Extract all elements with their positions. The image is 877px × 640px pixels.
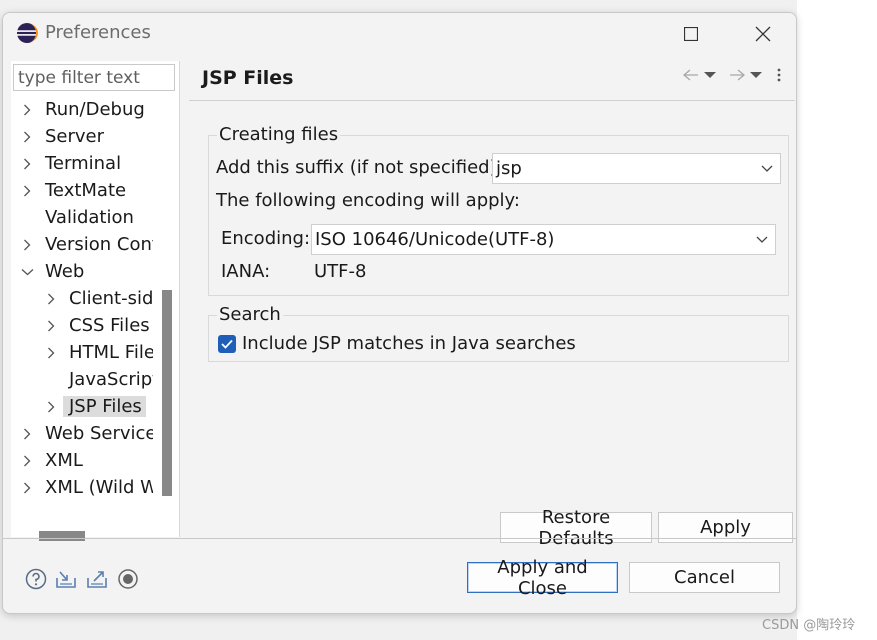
tree-item-html-files[interactable]: HTML File <box>39 340 153 365</box>
tree-item-label: Validation <box>45 207 134 228</box>
chevron-right-icon[interactable] <box>15 448 39 473</box>
tree-item-validation[interactable]: Validation <box>15 205 138 230</box>
help-icon[interactable] <box>25 568 47 590</box>
back-arrow-icon[interactable] <box>683 69 699 81</box>
tree-item-version-control[interactable]: Version Cont <box>15 232 153 257</box>
tree-item-label: XML (Wild W <box>45 477 153 498</box>
chevron-right-icon[interactable] <box>15 421 39 446</box>
maximize-button[interactable] <box>675 19 707 49</box>
tree-item-label: Run/Debug <box>45 99 145 120</box>
horizontal-scrollbar[interactable] <box>39 531 85 541</box>
encoding-label: Encoding: <box>221 228 311 249</box>
tree-item-label: Version Cont <box>45 234 153 255</box>
tree-item-label: Web Services <box>45 423 153 444</box>
tree-item-label: XML <box>45 450 83 471</box>
chevron-right-icon[interactable] <box>39 286 63 311</box>
title-bar: Preferences <box>3 13 796 55</box>
preference-navigation: Run/Debug Server Terminal TextMate Valid… <box>11 61 180 541</box>
chevron-right-icon[interactable] <box>39 313 63 338</box>
tree-item-label: Web <box>45 261 85 282</box>
preference-tree: Run/Debug Server Terminal TextMate Valid… <box>11 97 153 517</box>
eclipse-icon <box>16 22 38 44</box>
tree-item-xml[interactable]: XML <box>15 448 87 473</box>
tree-item-label: JavaScript <box>69 369 153 390</box>
tree-item-web[interactable]: Web <box>15 259 88 284</box>
preference-page: JSP Files Creating files Add this suffix… <box>189 61 795 549</box>
tree-item-label: Client-side <box>69 288 153 309</box>
export-icon[interactable] <box>86 568 108 590</box>
window-title: Preferences <box>45 22 151 43</box>
tree-item-javascript[interactable]: JavaScript <box>39 367 153 392</box>
chevron-right-icon[interactable] <box>15 232 39 257</box>
encoding-combo[interactable]: ISO 10646/Unicode(UTF-8) <box>311 224 776 255</box>
tree-item-server[interactable]: Server <box>15 124 108 149</box>
preferences-dialog: Preferences Run/Debug Server <box>2 12 797 614</box>
tree-item-run-debug[interactable]: Run/Debug <box>15 97 149 122</box>
header-divider <box>189 100 795 101</box>
suffix-label: Add this suffix (if not specified): <box>216 157 503 178</box>
encoding-note: The following encoding will apply: <box>216 190 520 211</box>
tree-item-label: Server <box>45 126 105 147</box>
include-jsp-label[interactable]: Include JSP matches in Java searches <box>242 333 576 354</box>
watermark: CSDN @陶玲玲 <box>762 618 856 633</box>
tree-item-web-services[interactable]: Web Services <box>15 421 153 446</box>
tree-item-label: JSP Files <box>63 396 146 417</box>
import-icon[interactable] <box>55 568 77 590</box>
chevron-right-icon[interactable] <box>39 340 63 365</box>
suffix-combo[interactable]: jsp <box>492 153 781 184</box>
tree-item-textmate[interactable]: TextMate <box>15 178 130 203</box>
filter-input[interactable] <box>13 64 175 91</box>
page-navigation <box>683 68 781 82</box>
iana-value: UTF-8 <box>314 261 367 282</box>
chevron-right-icon[interactable] <box>39 394 63 419</box>
chevron-down-icon[interactable] <box>15 259 39 284</box>
tree-item-label: Terminal <box>45 153 122 174</box>
view-menu-icon[interactable] <box>777 68 781 82</box>
forward-dropdown-icon[interactable] <box>749 71 763 79</box>
tree-item-client-side[interactable]: Client-side <box>39 286 153 311</box>
cancel-button[interactable]: Cancel <box>629 562 780 593</box>
group-label: Search <box>217 304 283 325</box>
footer-divider <box>3 538 796 539</box>
group-label: Creating files <box>217 124 341 145</box>
close-button[interactable] <box>747 19 779 49</box>
chevron-right-icon[interactable] <box>15 97 39 122</box>
encoding-value: ISO 10646/Unicode(UTF-8) <box>315 229 555 250</box>
tree-item-css-files[interactable]: CSS Files <box>39 313 153 338</box>
tree-item-jsp-files[interactable]: JSP Files <box>39 394 146 419</box>
vertical-scrollbar[interactable] <box>162 290 172 496</box>
search-group: Search Include JSP matches in Java searc… <box>208 304 789 362</box>
background-area <box>797 0 877 640</box>
chevron-right-icon[interactable] <box>15 151 39 176</box>
apply-and-close-button[interactable]: Apply and Close <box>467 557 618 599</box>
chevron-right-icon[interactable] <box>15 475 39 500</box>
maximize-icon <box>684 27 698 41</box>
minimize-button[interactable] <box>606 19 638 49</box>
creating-files-group: Creating files Add this suffix (if not s… <box>208 124 789 296</box>
tree-item-label: CSS Files <box>69 315 150 336</box>
chevron-down-icon <box>749 236 775 243</box>
tree-item-label: HTML File <box>69 342 153 363</box>
tree-item-label: TextMate <box>45 180 127 201</box>
close-icon <box>755 26 771 42</box>
include-jsp-checkbox[interactable] <box>218 335 236 353</box>
chevron-right-icon[interactable] <box>15 124 39 149</box>
tree-item-terminal[interactable]: Terminal <box>15 151 125 176</box>
suffix-value: jsp <box>496 158 522 179</box>
back-dropdown-icon[interactable] <box>703 71 717 79</box>
chevron-right-icon[interactable] <box>15 178 39 203</box>
forward-arrow-icon[interactable] <box>729 69 745 81</box>
iana-label: IANA: <box>221 261 271 282</box>
page-title: JSP Files <box>202 67 294 89</box>
tree-item-xml-wild-web[interactable]: XML (Wild W <box>15 475 153 500</box>
chevron-down-icon <box>754 165 780 172</box>
record-icon[interactable] <box>117 568 139 590</box>
